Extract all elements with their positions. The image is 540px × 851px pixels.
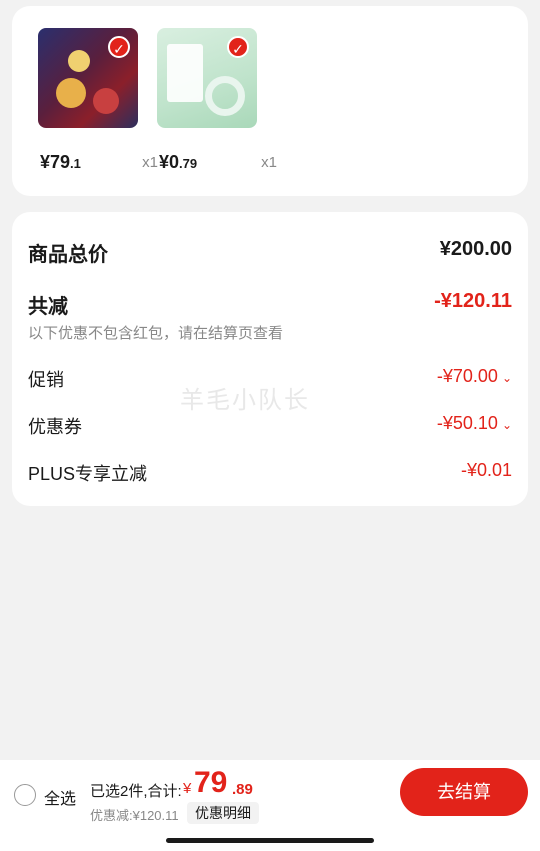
total-label: 商品总价	[28, 244, 108, 266]
coupon-row[interactable]: 优惠券 -¥50.10 ⌄	[28, 413, 512, 439]
watermark-text: 羊毛小队长	[180, 387, 310, 414]
reduce-row: 共减 -¥120.11	[28, 290, 512, 318]
total-value: ¥200.00	[439, 238, 512, 260]
total-row: 商品总价 ¥200.00	[28, 238, 512, 266]
product-price: ¥79.1	[40, 152, 81, 172]
total-amount-int: 79	[194, 766, 228, 799]
product-quantity: x1	[142, 154, 158, 171]
product-item-1[interactable]: ✓ ¥79.1 x1	[38, 28, 158, 172]
product-item-2[interactable]: ✓ ¥0.79 x1	[157, 28, 277, 172]
product-image-tape[interactable]: ✓	[157, 28, 257, 128]
home-indicator[interactable]	[166, 838, 374, 843]
total-currency: ¥	[183, 780, 192, 797]
select-all-radio[interactable]	[14, 784, 36, 806]
promo-label: 促销	[28, 370, 64, 390]
product-image-toy[interactable]: ✓	[38, 28, 138, 128]
total-amount-dec: .89	[232, 781, 253, 798]
product-price: ¥0.79	[159, 152, 198, 172]
reduce-value: -¥120.11	[434, 290, 512, 312]
plus-value: -¥0.01	[460, 460, 512, 480]
product-price-row: ¥79.1 x1	[38, 152, 158, 172]
coupon-label: 优惠券	[28, 417, 82, 437]
chevron-down-icon: ⌄	[501, 418, 512, 432]
reduce-label: 共减	[28, 296, 68, 318]
product-price-row: ¥0.79 x1	[157, 152, 277, 172]
cart-items-card: ✓ ¥79.1 x1 ✓ ¥0.79 x1	[12, 6, 528, 196]
coupon-value[interactable]: -¥50.10 ⌄	[437, 413, 512, 434]
saved-amount: 优惠减:¥120.11	[90, 808, 179, 823]
discount-note: 以下优惠不包含红包，请在结算页查看	[28, 325, 284, 342]
promo-value[interactable]: -¥70.00 ⌄	[437, 366, 512, 387]
select-all-label[interactable]: 全选	[44, 785, 76, 809]
chevron-down-icon: ⌄	[501, 371, 512, 385]
plus-row: PLUS专享立减 -¥0.01	[28, 460, 512, 486]
selected-count: 已选2件,合计:	[90, 783, 182, 800]
selected-check-icon[interactable]: ✓	[108, 36, 130, 58]
price-summary-card: 商品总价 ¥200.00 共减 -¥120.11 以下优惠不包含红包，请在结算页…	[12, 212, 528, 506]
selected-check-icon[interactable]: ✓	[227, 36, 249, 58]
site-watermark: zhizhizhi.com	[413, 816, 511, 833]
product-quantity: x1	[261, 154, 277, 171]
discount-detail-button[interactable]: 优惠明细	[187, 802, 259, 824]
plus-label: PLUS专享立减	[28, 464, 148, 484]
